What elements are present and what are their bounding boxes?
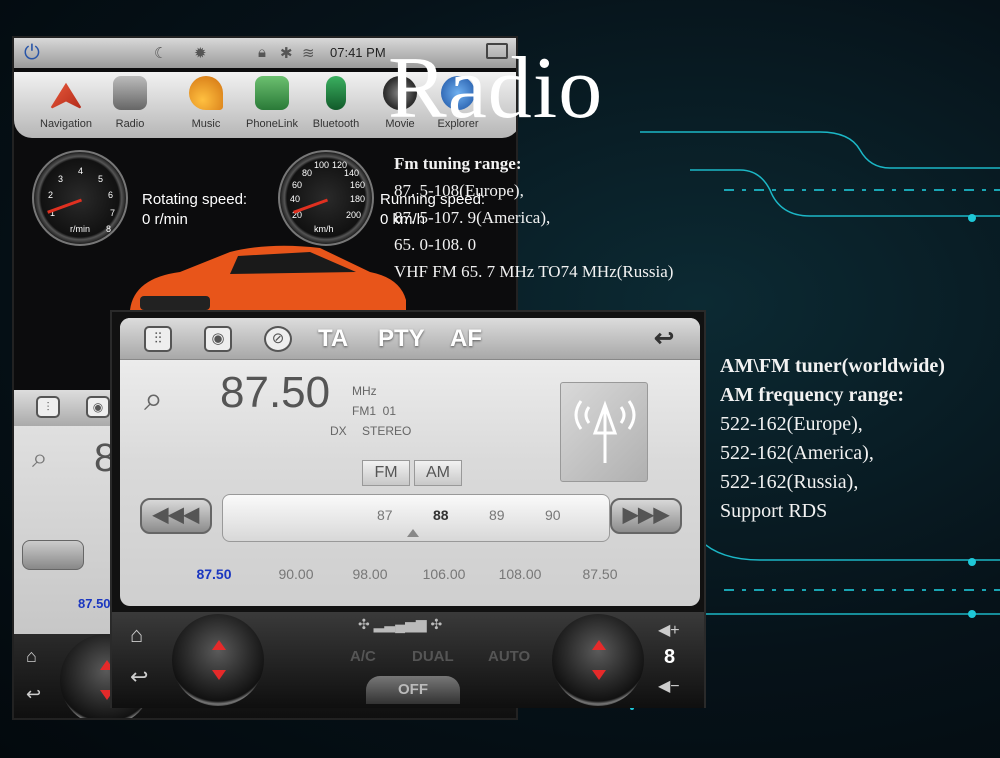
preset-item[interactable]: 87.50 xyxy=(562,566,638,582)
am-line: 522-162(America), xyxy=(720,442,874,464)
preset-list: 87.50 90.00 98.00 106.00 108.00 87.50 xyxy=(120,550,700,606)
am-subheading: AM frequency range: xyxy=(720,384,905,406)
radio-icon xyxy=(113,76,147,110)
fm-button[interactable]: FM xyxy=(362,460,410,486)
brightness-icon[interactable]: ✹ xyxy=(194,44,207,62)
frequency-unit: MHz xyxy=(352,384,377,398)
home-icon: ⌂ xyxy=(26,646,37,666)
am-line: 522-162(Russia), xyxy=(720,471,859,493)
am-line: Support RDS xyxy=(720,500,828,522)
search-icon[interactable]: ⌕ xyxy=(144,380,163,419)
seek-back-button xyxy=(22,540,84,570)
speaker-icon: ◉ xyxy=(86,396,110,418)
preset-value: 87.50 xyxy=(78,596,111,611)
back-icon: ↩ xyxy=(26,684,42,704)
radio-panel: ⫶⫶ ◉ ⊘ TA PTY AF ↩ ⌕ 87.50 MHz FM1 01 DX… xyxy=(120,318,700,606)
am-heading: AM\FM tuner(worldwide) xyxy=(720,355,945,377)
lock-icon: 🔒︎ xyxy=(258,44,266,61)
fm-line: 87. 5-108(Europe), xyxy=(394,181,524,200)
bluetooth-status-icon: ✱ xyxy=(280,45,293,62)
speed-gauge: 20 40 60 80 100 120 140 160 180 200 km/h xyxy=(278,150,374,246)
rotating-speed-label: Rotating speed: xyxy=(142,191,248,208)
stereo-indicator: STEREO xyxy=(362,424,412,438)
dock-label: Radio xyxy=(115,118,145,130)
frequency-display: 87.50 xyxy=(220,368,331,417)
af-button[interactable]: AF xyxy=(450,324,482,354)
preset-item[interactable]: 108.00 xyxy=(482,566,558,582)
wifi-icon: ≋ xyxy=(302,45,315,62)
power-icon[interactable]: ⏻ xyxy=(24,42,46,64)
right-temp-knob[interactable] xyxy=(552,614,644,706)
preset-item[interactable]: 98.00 xyxy=(332,566,408,582)
dock-music[interactable]: Music xyxy=(168,76,244,130)
background-radio-panel: ⫶ ◉ ⌕ 8 87.50 xyxy=(14,390,124,640)
dial-tick-label: 88 xyxy=(433,507,449,523)
preset-item[interactable]: 87.50 xyxy=(176,566,252,582)
auto-label[interactable]: AUTO xyxy=(488,648,530,665)
tuning-dial[interactable]: 87 88 89 90 xyxy=(222,494,610,542)
dial-tick-label: 90 xyxy=(545,507,561,523)
scan-icon[interactable]: ⊘ xyxy=(264,326,292,352)
dock-label: Music xyxy=(191,118,221,130)
rotating-speed-value: 0 r/min xyxy=(142,211,188,228)
phone-icon xyxy=(326,76,346,110)
fan-speed-icon: ✣ ▂▃▄▅▆ ✣ xyxy=(358,616,443,632)
dx-indicator: DX xyxy=(330,424,347,438)
dial-tick-label: 87 xyxy=(377,507,393,523)
preset-item[interactable]: 90.00 xyxy=(258,566,334,582)
antenna-icon xyxy=(574,400,636,463)
volume-up-icon[interactable]: ◀+ xyxy=(658,620,680,640)
radio-toolbar: ⫶⫶ ◉ ⊘ TA PTY AF ↩ xyxy=(120,318,700,360)
seek-forward-button[interactable]: ▶▶▶ xyxy=(610,498,682,534)
am-line: 522-162(Europe), xyxy=(720,413,863,435)
dial-tick-label: 89 xyxy=(489,507,505,523)
back-arrow-icon[interactable]: ↩ xyxy=(654,324,674,354)
volume-down-icon[interactable]: ◀− xyxy=(658,676,680,696)
pty-button[interactable]: PTY xyxy=(378,324,425,354)
fm-line: 65. 0-108. 0 xyxy=(394,235,477,254)
search-icon: ⌕ xyxy=(32,442,48,473)
phonelink-icon xyxy=(255,76,289,110)
band-preset: FM1 01 xyxy=(352,404,397,418)
antenna-tile xyxy=(560,382,648,482)
back-icon[interactable]: ↩ xyxy=(130,664,148,690)
fm-line: 87. 5-107. 9(America), xyxy=(394,208,551,227)
navigation-icon xyxy=(49,82,83,110)
ac-label[interactable]: A/C xyxy=(350,648,376,665)
speaker-settings-icon[interactable]: ◉ xyxy=(204,326,232,352)
eq-icon: ⫶ xyxy=(36,396,60,418)
dock-radio[interactable]: Radio xyxy=(92,76,168,130)
volume-level: 8 xyxy=(664,646,676,668)
climate-bar: ⌂ ↩ ✣ ▂▃▄▅▆ ✣ A/C DUAL AUTO OFF ◀+ 8 ◀− xyxy=(112,612,704,708)
radio-screen: ⫶⫶ ◉ ⊘ TA PTY AF ↩ ⌕ 87.50 MHz FM1 01 DX… xyxy=(110,310,706,708)
dial-pointer xyxy=(407,529,419,537)
equalizer-icon[interactable]: ⫶⫶ xyxy=(144,326,172,352)
music-icon xyxy=(189,76,223,110)
am-button[interactable]: AM xyxy=(414,460,462,486)
seek-back-button[interactable]: ◀◀◀ xyxy=(140,498,212,534)
ta-button[interactable]: TA xyxy=(318,324,348,354)
dual-label[interactable]: DUAL xyxy=(412,648,454,665)
rpm-needle xyxy=(47,198,83,214)
left-temp-knob[interactable] xyxy=(172,614,264,706)
fm-info: Fm tuning range: 87. 5-108(Europe), 87. … xyxy=(394,150,673,285)
page-title: Radio xyxy=(388,40,604,137)
fm-line: VHF FM 65. 7 MHz TO74 MHz(Russia) xyxy=(394,262,674,281)
fm-heading: Fm tuning range: xyxy=(394,154,522,173)
night-mode-icon[interactable]: ☾ xyxy=(154,44,167,62)
rpm-gauge: 1 2 3 4 5 6 7 8 r/min xyxy=(32,150,128,246)
home-icon[interactable]: ⌂ xyxy=(130,622,143,648)
clock: 07:41 PM xyxy=(330,45,386,60)
am-info: AM\FM tuner(worldwide) AM frequency rang… xyxy=(720,352,945,526)
preset-item[interactable]: 106.00 xyxy=(406,566,482,582)
off-button[interactable]: OFF xyxy=(366,676,460,704)
